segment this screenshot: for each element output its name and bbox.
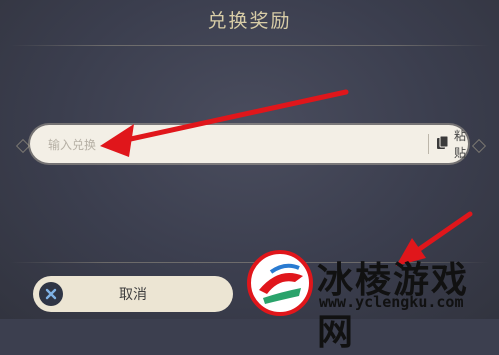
redeem-code-field[interactable]: 粘贴 [30,125,468,163]
redeem-code-input[interactable] [46,134,390,156]
paste-button-label: 粘贴 [454,129,467,160]
dialog-title: 兑换奖励 [207,10,292,32]
cancel-button-label: 取消 [119,287,147,303]
input-divider [428,134,429,154]
right-ornament-icon [471,138,487,154]
site-watermark: 冰棱游戏网 www.yclengku.com [243,247,499,353]
top-ornament-divider [10,45,489,46]
watermark-url: www.yclengku.com [319,293,464,311]
paste-button[interactable]: 粘贴 [436,129,468,160]
left-ornament-icon [15,138,31,154]
clipboard-icon [436,135,450,154]
cancel-button[interactable]: 取消 [33,276,233,312]
watermark-logo-icon [247,250,313,316]
